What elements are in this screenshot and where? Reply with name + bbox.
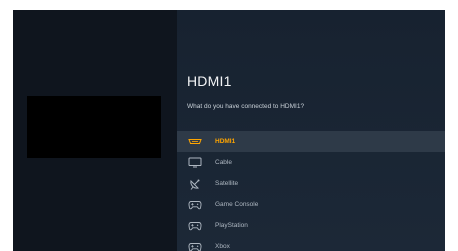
gamepad-icon [187,199,203,211]
satellite-icon [187,178,203,190]
left-pane [13,10,177,251]
option-label: Cable [215,159,232,166]
gamepad-icon [187,220,203,232]
option-satellite[interactable]: Satellite [177,173,445,194]
option-hdmi1[interactable]: HDMI1 [177,131,445,152]
page-title: HDMI1 [187,73,232,89]
option-label: Satellite [215,180,239,187]
option-cable[interactable]: Cable [177,152,445,173]
hdmi-icon [187,136,203,148]
tv-icon [187,157,203,169]
option-label: Game Console [215,201,259,208]
option-label: PlayStation [215,222,248,229]
settings-panel: HDMI1 What do you have connected to HDMI… [177,10,445,251]
input-preview [27,96,161,158]
option-playstation[interactable]: PlayStation [177,215,445,236]
tv-screen: HDMI1 What do you have connected to HDMI… [13,10,445,251]
option-xbox[interactable]: Xbox [177,236,445,251]
device-type-list: HDMI1 Cable Satellite Game Console PlayS… [177,131,445,251]
option-label: Xbox [215,243,230,250]
option-label: HDMI1 [215,138,236,145]
option-game-console[interactable]: Game Console [177,194,445,215]
page-subtitle: What do you have connected to HDMI1? [187,103,305,110]
gamepad-icon [187,241,203,251]
